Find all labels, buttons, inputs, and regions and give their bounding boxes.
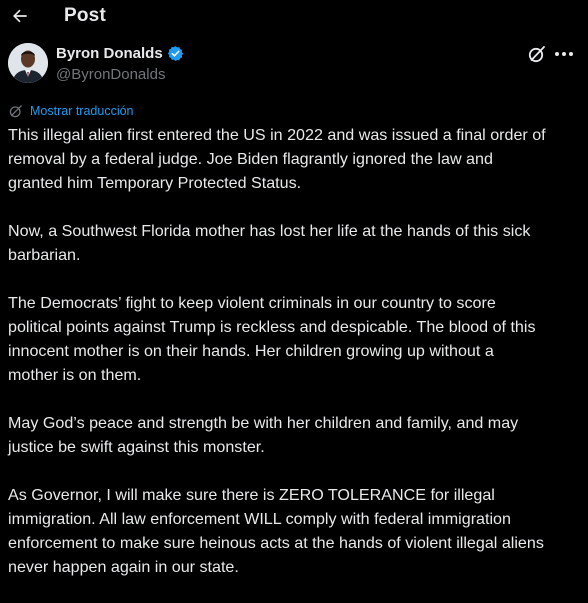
translate-icon bbox=[9, 105, 22, 118]
author-name[interactable]: Byron Donalds bbox=[56, 45, 184, 62]
top-bar: Post bbox=[0, 0, 588, 34]
avatar[interactable] bbox=[8, 43, 48, 83]
grok-icon bbox=[528, 46, 545, 63]
arrow-left-icon bbox=[13, 9, 27, 23]
author-handle[interactable]: @ByronDonalds bbox=[56, 66, 165, 83]
page-title: Post bbox=[64, 5, 106, 26]
post-paragraph: As Governor, I will make sure there is Z… bbox=[8, 486, 544, 576]
post-paragraph: Now, a Southwest Florida mother has lost… bbox=[8, 222, 531, 264]
grok-button[interactable] bbox=[527, 44, 547, 64]
more-dots-icon bbox=[555, 52, 573, 56]
author-name-text: Byron Donalds bbox=[56, 45, 163, 62]
show-translation-link[interactable]: Mostrar traducción bbox=[8, 103, 134, 119]
show-translation-label: Mostrar traducción bbox=[30, 104, 134, 118]
post-paragraph: May God’s peace and strength be with her… bbox=[8, 414, 519, 456]
post-text: This illegal alien first entered the US … bbox=[8, 123, 586, 603]
post-paragraph: This illegal alien first entered the US … bbox=[8, 126, 546, 192]
post-paragraph: The Democrats’ fight to keep violent cri… bbox=[8, 294, 536, 384]
profile-photo-icon bbox=[8, 43, 48, 83]
verified-badge-icon[interactable] bbox=[167, 45, 184, 62]
more-options-button[interactable] bbox=[553, 44, 575, 64]
back-button[interactable] bbox=[8, 4, 32, 28]
